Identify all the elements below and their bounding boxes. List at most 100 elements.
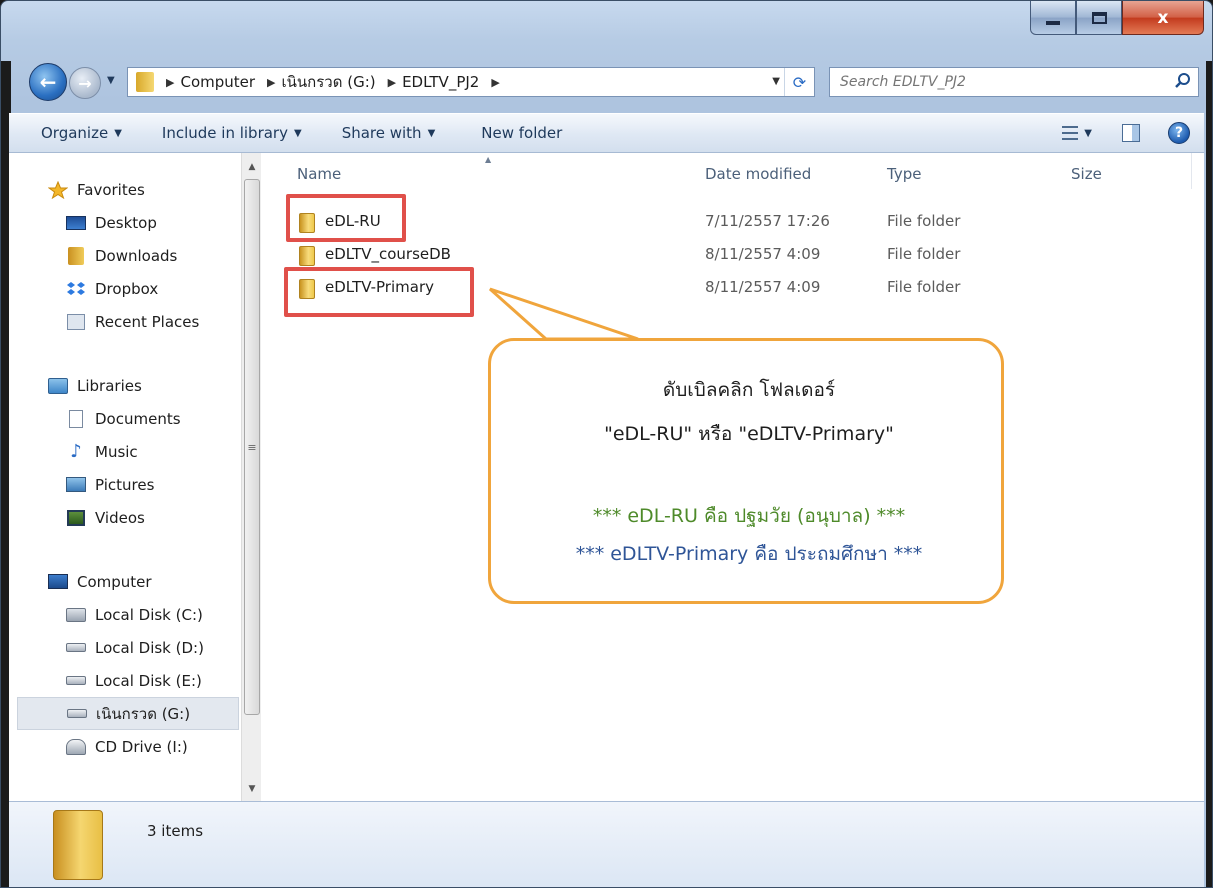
include-in-library-label: Include in library [161, 124, 288, 142]
change-view-dropdown-icon[interactable]: ▼ [1084, 128, 1092, 139]
scroll-thumb[interactable]: ≡ [244, 179, 260, 715]
nav-label: Dropbox [95, 279, 159, 298]
desktop-icon [65, 214, 87, 232]
nav-downloads[interactable]: Downloads [9, 239, 199, 272]
nav-label: Videos [95, 508, 145, 527]
recent-places-icon [65, 313, 87, 331]
new-folder-label: New folder [481, 124, 563, 142]
column-type[interactable]: Type [887, 165, 921, 183]
file-date: 7/11/2557 17:26 [705, 212, 830, 230]
nav-local-disk-e[interactable]: Local Disk (E:) [9, 664, 239, 697]
column-divider [1191, 153, 1192, 189]
computer-icon [47, 573, 69, 591]
search-icon[interactable] [1174, 72, 1192, 90]
item-count: 3 items [147, 822, 204, 840]
nav-label: Local Disk (D:) [95, 638, 204, 657]
callout-instruction-line: ดับเบิลคลิก โฟลเดอร์ [662, 379, 836, 401]
scroll-up-icon[interactable]: ▲ [242, 157, 262, 177]
file-date: 8/11/2557 4:09 [705, 245, 821, 263]
nav-documents[interactable]: Documents [9, 402, 181, 435]
forward-arrow-icon: → [78, 73, 92, 93]
nav-label: CD Drive (I:) [95, 737, 188, 756]
new-folder-button[interactable]: New folder [481, 124, 562, 142]
nav-recent-places[interactable]: Recent Places [9, 305, 199, 338]
nav-label: Desktop [95, 213, 157, 232]
file-type: File folder [887, 278, 961, 296]
breadcrumb-computer[interactable]: Computer [180, 73, 255, 91]
forward-button[interactable]: → [69, 67, 101, 99]
nav-drive-g[interactable]: เนินกรวด (G:) [17, 697, 239, 730]
search-input[interactable] [840, 74, 1170, 90]
nav-desktop[interactable]: Desktop [9, 206, 199, 239]
nav-computer[interactable]: Computer [9, 565, 239, 598]
callout-folders-line: "eDL-RU" หรือ "eDLTV-Primary" [604, 423, 894, 445]
file-row-edltv-coursedb[interactable]: eDLTV_courseDB 8/11/2557 4:09 File folde… [265, 240, 1204, 270]
libraries-icon [47, 377, 69, 395]
file-type: File folder [887, 212, 961, 230]
nav-libraries[interactable]: Libraries [9, 369, 181, 402]
chevron-right-icon[interactable]: ▶ [388, 76, 396, 89]
drive-icon [66, 705, 88, 723]
close-icon: x [1157, 7, 1169, 28]
folder-icon [53, 810, 103, 880]
search-box[interactable] [829, 67, 1199, 97]
dropbox-icon [65, 280, 87, 298]
nav-music[interactable]: ♪ Music [9, 435, 181, 468]
maximize-button[interactable] [1076, 1, 1122, 35]
column-date-modified[interactable]: Date modified [705, 165, 811, 183]
close-button[interactable]: x [1122, 1, 1204, 35]
refresh-button[interactable]: ⟳ [784, 68, 814, 96]
nav-videos[interactable]: Videos [9, 501, 181, 534]
change-view-icon[interactable] [1062, 126, 1079, 140]
address-dropdown-icon[interactable]: ▼ [772, 76, 780, 87]
folder-icon [136, 72, 154, 92]
nav-label: Favorites [77, 180, 145, 199]
chevron-right-icon[interactable]: ▶ [267, 76, 275, 89]
computer-group: Computer Local Disk (C:) Local Disk (D:)… [9, 565, 239, 763]
column-header: ▲ Name Date modified Type Size [265, 153, 1204, 189]
caption-buttons: x [1030, 1, 1204, 35]
nav-local-disk-d[interactable]: Local Disk (D:) [9, 631, 239, 664]
nav-local-disk-c[interactable]: Local Disk (C:) [9, 598, 239, 631]
navigation-pane: Favorites Desktop Downloads Dropbox Rece… [9, 153, 249, 801]
libraries-group: Libraries Documents ♪ Music Pictures Vid… [9, 369, 181, 534]
window-edge-right [1206, 61, 1212, 887]
command-bar: Organize ▼ Include in library ▼ Share with… [9, 113, 1204, 153]
favorites-group: Favorites Desktop Downloads Dropbox Rece… [9, 173, 199, 338]
scroll-down-icon[interactable]: ▼ [242, 779, 262, 799]
chevron-right-icon[interactable]: ▶ [491, 76, 499, 89]
file-date: 8/11/2557 4:09 [705, 278, 821, 296]
address-bar[interactable]: ▶ Computer ▶ เนินกรวด (G:) ▶ EDLTV_PJ2 ▶… [127, 67, 815, 97]
breadcrumb-edltv-pj2[interactable]: EDLTV_PJ2 [402, 73, 479, 91]
system-drive-icon [65, 606, 87, 624]
nav-label: Libraries [77, 376, 142, 395]
nav-pictures[interactable]: Pictures [9, 468, 181, 501]
chevron-right-icon[interactable]: ▶ [166, 76, 174, 89]
chevron-down-icon: ▼ [114, 127, 122, 139]
minimize-icon [1046, 20, 1060, 25]
highlight-box-edltv-primary [284, 267, 474, 317]
preview-pane-icon[interactable] [1122, 124, 1140, 142]
folder-icon [299, 246, 315, 266]
back-button[interactable]: ← [29, 63, 67, 101]
column-size[interactable]: Size [1071, 165, 1102, 183]
refresh-icon: ⟳ [792, 72, 807, 92]
nav-dropbox[interactable]: Dropbox [9, 272, 199, 305]
pictures-icon [65, 476, 87, 494]
organize-menu[interactable]: Organize ▼ [41, 124, 122, 142]
organize-label: Organize [41, 124, 109, 142]
breadcrumb-drive-g[interactable]: เนินกรวด (G:) [282, 70, 376, 94]
nav-cd-drive-i[interactable]: CD Drive (I:) [9, 730, 239, 763]
nav-label: Local Disk (C:) [95, 605, 203, 624]
column-name[interactable]: Name [297, 165, 341, 183]
highlight-box-edl-ru [286, 194, 406, 242]
include-in-library-menu[interactable]: Include in library ▼ [162, 124, 302, 142]
help-icon[interactable]: ? [1168, 122, 1190, 144]
nav-scrollbar[interactable]: ▲ ≡ ▼ [241, 153, 261, 801]
share-with-menu[interactable]: Share with ▼ [342, 124, 436, 142]
minimize-button[interactable] [1030, 1, 1076, 35]
view-controls: ▼ ? [1062, 114, 1204, 152]
file-type: File folder [887, 245, 961, 263]
recent-pages-dropdown[interactable]: ▼ [107, 75, 115, 86]
nav-favorites[interactable]: Favorites [9, 173, 199, 206]
